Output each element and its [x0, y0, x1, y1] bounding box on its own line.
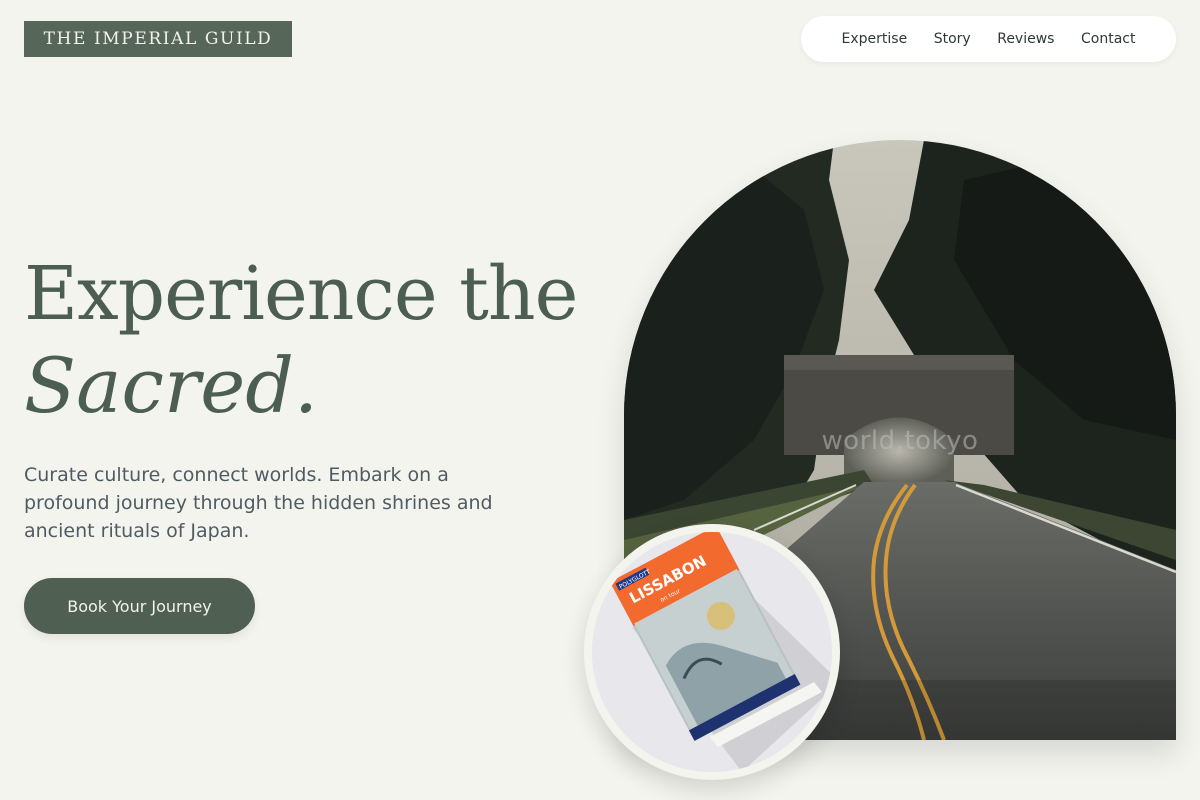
brand-logo[interactable]: THE IMPERIAL GUILD — [24, 21, 292, 57]
hero-headline-line1: Experience the — [24, 251, 578, 337]
hero-headline: Experience the Sacred. — [24, 248, 604, 432]
guidebook-photo-inner: POLYGLOTT LISSABON on tour — [592, 532, 832, 772]
nav-link-reviews[interactable]: Reviews — [997, 31, 1054, 47]
nav-link-contact[interactable]: Contact — [1081, 31, 1135, 47]
landing-page: THE IMPERIAL GUILD Expertise Story Revie… — [0, 0, 1200, 800]
photo-watermark: world.tokyo — [821, 426, 979, 456]
guidebook-photo: POLYGLOTT LISSABON on tour — [584, 524, 840, 780]
main-nav: Expertise Story Reviews Contact — [801, 16, 1176, 62]
hero-subtitle: Curate culture, connect worlds. Embark o… — [24, 464, 493, 542]
book-journey-button[interactable]: Book Your Journey — [24, 578, 255, 634]
nav-link-expertise[interactable]: Expertise — [842, 31, 908, 47]
hero-headline-line2: Sacred. — [24, 341, 319, 430]
nav-link-story[interactable]: Story — [934, 31, 971, 47]
